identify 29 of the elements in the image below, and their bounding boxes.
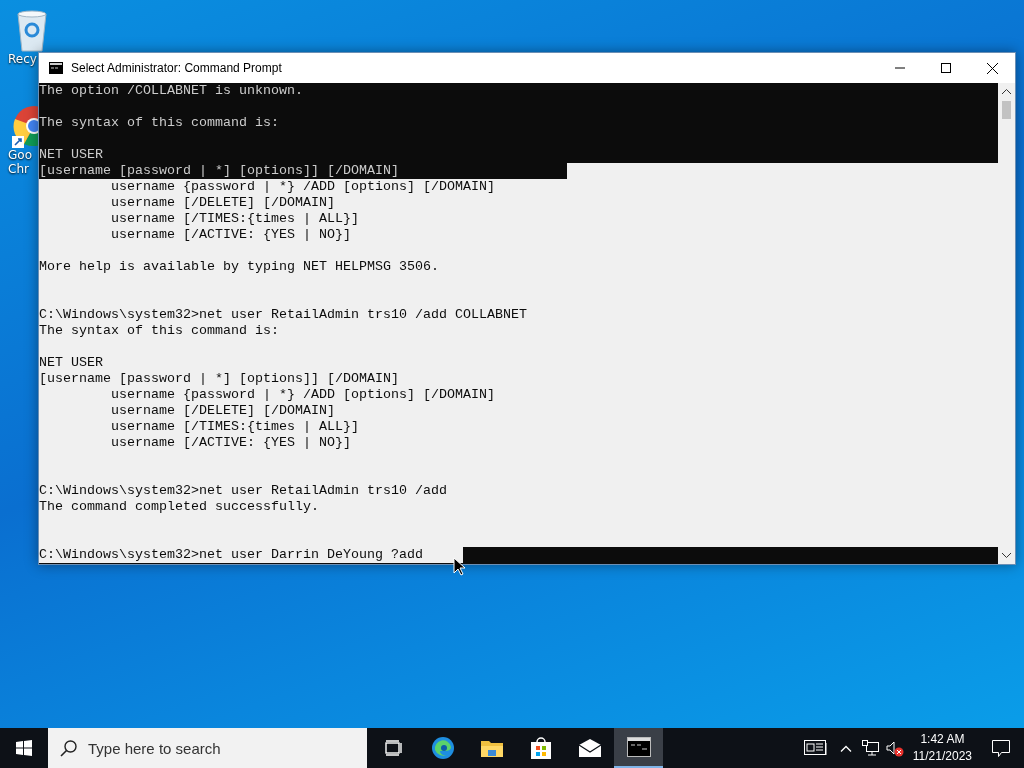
desktop-icon-label[interactable]: Chr [8,162,29,176]
chevron-up-icon [839,744,852,752]
window-title: Select Administrator: Command Prompt [71,61,283,75]
network-icon [862,740,880,756]
scroll-down-icon [1002,553,1011,558]
clock-time: 1:42 AM [920,731,965,748]
search-icon [60,740,77,757]
scrollbar-thumb[interactable] [1002,101,1011,119]
close-icon [986,62,998,74]
console-icon [626,737,651,757]
clock[interactable]: 1:42 AM 11/21/2023 [906,728,978,768]
edge-icon [430,736,455,760]
maximize-icon [941,63,951,73]
windows-logo-icon [16,740,32,756]
desktop-icon-label[interactable]: Recy [8,52,37,66]
scroll-up-icon [1002,89,1011,94]
newspaper-icon [803,740,828,756]
speech-bubble-icon [992,739,1010,757]
scrollbar[interactable] [998,83,1015,564]
console-icon [49,62,63,74]
clock-date: 11/21/2023 [912,748,972,765]
muted-speaker-icon [885,739,904,757]
envelope-icon [577,738,602,758]
command-prompt-button[interactable] [614,728,663,768]
task-view-icon [384,740,403,756]
desktop-icon-label[interactable]: Goo [8,148,32,162]
store-icon [529,736,552,760]
search-field[interactable]: Type here to search [48,728,367,768]
folder-icon [479,738,504,758]
